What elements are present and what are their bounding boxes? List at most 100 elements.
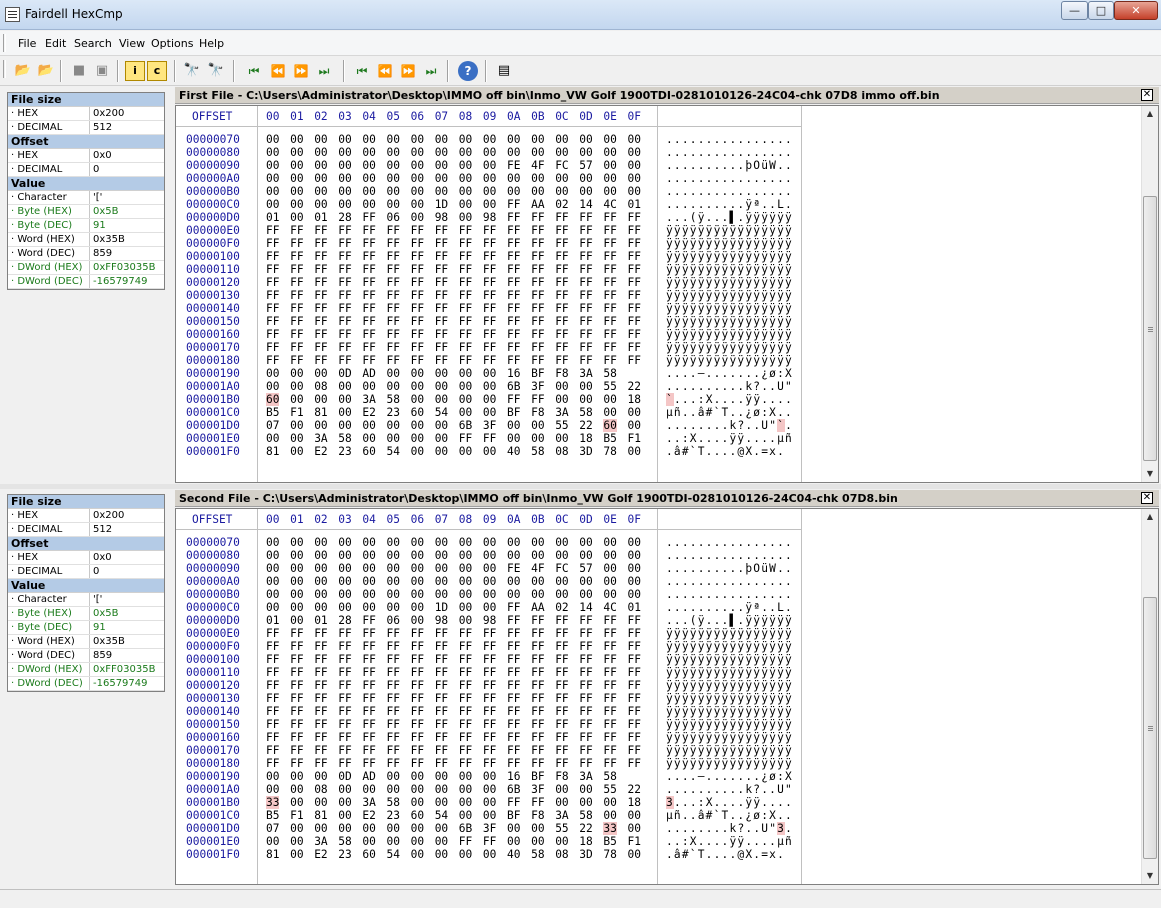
hex-byte[interactable]: FF [459, 653, 472, 666]
hex-byte[interactable]: FF [628, 276, 641, 289]
hex-byte[interactable]: FF [290, 328, 303, 341]
hex-byte[interactable]: FF [411, 757, 424, 770]
hex-byte[interactable]: FF [266, 250, 279, 263]
hex-byte[interactable]: FF [628, 302, 641, 315]
hex-byte[interactable]: 00 [411, 601, 424, 614]
hex-byte[interactable]: FF [628, 757, 641, 770]
hex-byte[interactable]: FF [362, 211, 375, 224]
hex-byte[interactable]: 00 [435, 159, 448, 172]
hex-byte[interactable]: 00 [338, 822, 351, 835]
hex-byte[interactable]: 00 [628, 159, 641, 172]
hex-byte[interactable]: FF [314, 640, 327, 653]
hex-byte[interactable]: 00 [579, 146, 592, 159]
hex-byte[interactable]: FF [459, 718, 472, 731]
hex-byte[interactable]: FF [387, 666, 400, 679]
hex-byte[interactable]: 00 [266, 146, 279, 159]
ascii-text[interactable]: ........k?..U"`. [666, 419, 793, 432]
hex-byte[interactable]: FF [603, 731, 616, 744]
hex-byte[interactable]: 00 [314, 562, 327, 575]
hex-byte[interactable]: 00 [314, 133, 327, 146]
hex-byte[interactable]: 00 [338, 809, 351, 822]
hex-byte[interactable]: FF [362, 757, 375, 770]
hex-byte[interactable]: 60 [603, 419, 617, 432]
hex-byte[interactable]: 00 [411, 796, 424, 809]
hex-byte[interactable]: FF [435, 354, 448, 367]
ascii-text[interactable]: ÿÿÿÿÿÿÿÿÿÿÿÿÿÿÿÿ [666, 640, 793, 653]
hex-byte[interactable]: FF [531, 757, 544, 770]
hex-byte[interactable]: 55 [603, 380, 616, 393]
hex-byte[interactable]: FF [459, 263, 472, 276]
hex-byte[interactable]: FF [362, 237, 375, 250]
hex-byte[interactable]: 00 [362, 536, 375, 549]
hex-byte[interactable]: FF [555, 302, 568, 315]
hex-byte[interactable]: 00 [435, 393, 448, 406]
hex-byte[interactable]: 40 [507, 848, 520, 861]
hex-byte[interactable]: 00 [387, 419, 400, 432]
hex-byte[interactable]: 00 [459, 133, 472, 146]
hex-byte[interactable]: FF [628, 289, 641, 302]
hex-byte[interactable]: FF [435, 302, 448, 315]
hex-byte[interactable]: 00 [266, 835, 279, 848]
hex-byte[interactable]: 00 [435, 432, 448, 445]
hex-byte[interactable]: 00 [459, 796, 472, 809]
ascii-text[interactable]: ÿÿÿÿÿÿÿÿÿÿÿÿÿÿÿÿ [666, 302, 793, 315]
hex-byte[interactable]: 06 [387, 614, 400, 627]
hex-byte[interactable]: 00 [387, 380, 400, 393]
hex-byte[interactable]: FF [338, 276, 351, 289]
hex-byte[interactable]: 00 [435, 549, 448, 562]
hex-byte[interactable]: 00 [387, 172, 400, 185]
hex-byte[interactable]: FF [314, 679, 327, 692]
hex-byte[interactable]: 00 [387, 588, 400, 601]
hex-byte[interactable]: FF [314, 250, 327, 263]
ascii-text[interactable]: ...(ÿ...▌.ÿÿÿÿÿÿ [666, 614, 793, 627]
hex-byte[interactable]: 57 [579, 159, 592, 172]
hex-byte[interactable]: FF [628, 731, 641, 744]
hex-byte[interactable]: FF [314, 731, 327, 744]
hex-byte[interactable]: 00 [459, 783, 472, 796]
hex-byte[interactable]: 00 [338, 406, 351, 419]
hex-byte[interactable]: 00 [603, 133, 616, 146]
hex-byte[interactable]: 01 [628, 601, 641, 614]
hex-byte[interactable]: FF [362, 744, 375, 757]
hex-byte[interactable]: 4F [531, 562, 544, 575]
hex-byte[interactable]: 00 [314, 770, 327, 783]
hex-byte[interactable]: 00 [628, 133, 641, 146]
hex-byte[interactable]: FF [338, 250, 351, 263]
hex-byte[interactable]: FF [290, 666, 303, 679]
hex-byte[interactable]: FF [314, 263, 327, 276]
hex-byte[interactable]: 00 [266, 380, 279, 393]
hex-byte[interactable]: 00 [290, 198, 303, 211]
hex-byte[interactable]: FF [338, 692, 351, 705]
hex-byte[interactable]: 3A [555, 406, 568, 419]
hex-byte[interactable]: FF [266, 679, 279, 692]
hex-byte[interactable]: FF [483, 276, 496, 289]
hex-byte[interactable]: 02 [555, 198, 568, 211]
hex-byte[interactable]: FF [266, 731, 279, 744]
hex-byte[interactable]: 00 [362, 549, 375, 562]
hex-byte[interactable]: 00 [483, 367, 496, 380]
hex-byte[interactable]: FF [555, 731, 568, 744]
hex-byte[interactable]: 00 [555, 835, 568, 848]
hex-byte[interactable]: FF [387, 731, 400, 744]
hex-byte[interactable]: 00 [483, 783, 496, 796]
hex-byte[interactable]: 00 [314, 185, 327, 198]
hex-byte[interactable]: FF [603, 250, 616, 263]
last-diff-icon[interactable]: ⏭ [314, 61, 334, 81]
hex-byte[interactable]: FF [314, 718, 327, 731]
hex-byte[interactable]: FF [531, 627, 544, 640]
ascii-text[interactable]: ÿÿÿÿÿÿÿÿÿÿÿÿÿÿÿÿ [666, 744, 793, 757]
hex-byte[interactable]: 00 [314, 367, 327, 380]
hex-byte[interactable]: 00 [459, 146, 472, 159]
hex-byte[interactable]: FF [411, 666, 424, 679]
hex-byte[interactable]: 00 [266, 159, 279, 172]
hex-byte[interactable]: 00 [387, 549, 400, 562]
hex-byte[interactable]: FF [435, 627, 448, 640]
hex-byte[interactable]: FF [266, 263, 279, 276]
hex-byte[interactable]: FF [435, 653, 448, 666]
hex-byte[interactable]: 16 [507, 770, 520, 783]
hex-byte[interactable]: 00 [290, 172, 303, 185]
hex-byte[interactable]: FF [314, 237, 327, 250]
ascii-text[interactable]: ................ [666, 588, 793, 601]
ascii-text[interactable]: ....–.......¿ø:X [666, 367, 793, 380]
ascii-text[interactable]: ................ [666, 536, 793, 549]
